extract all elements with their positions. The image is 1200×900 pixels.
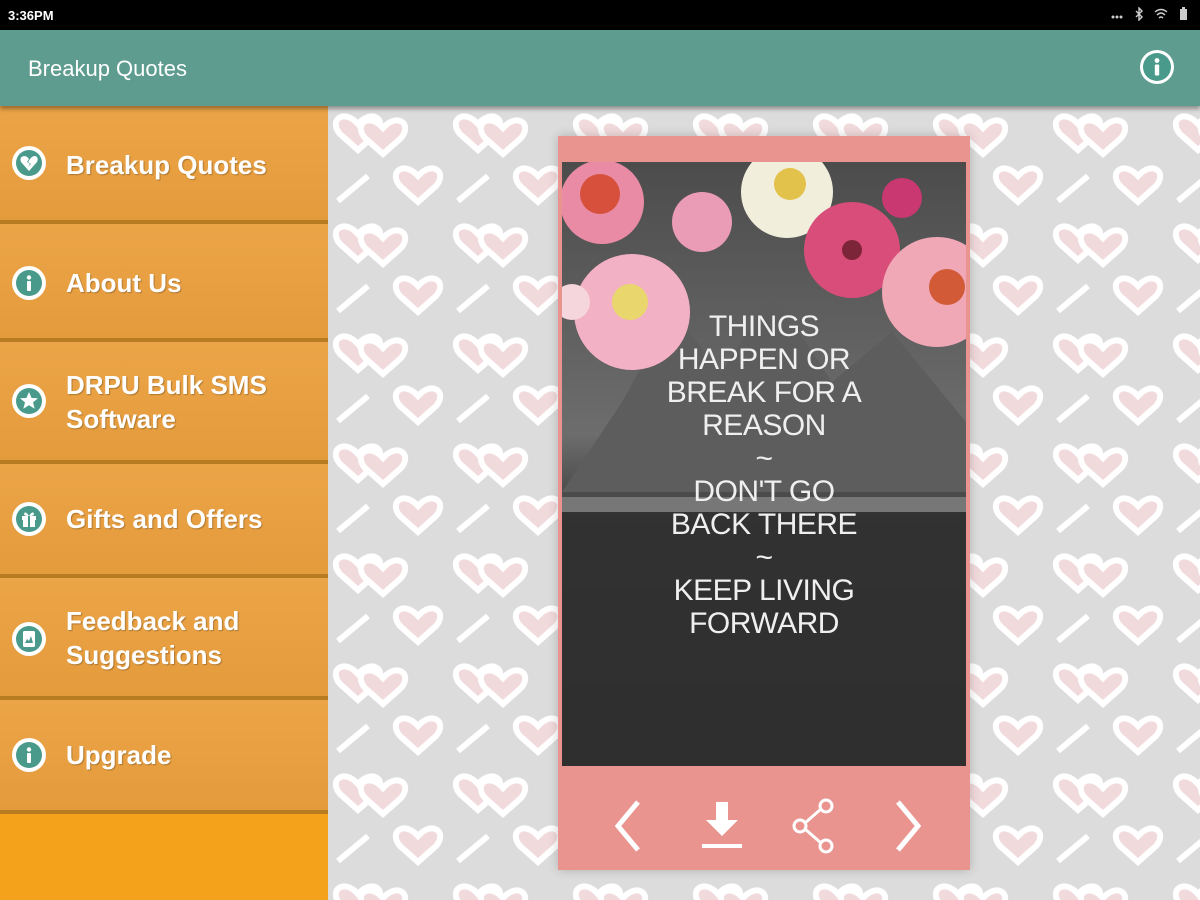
status-bar: 3:36PM <box>0 0 1200 30</box>
share-icon <box>792 798 834 854</box>
share-button[interactable] <box>784 796 844 856</box>
menu-label: Breakup Quotes <box>66 150 267 180</box>
navigation-drawer: Breakup Quotes About Us DRPU Bulk SMS So… <box>0 106 328 900</box>
menu-item-drpu-bulk-sms[interactable]: DRPU Bulk SMS Software <box>0 342 328 464</box>
signal-dots-icon <box>1110 7 1124 21</box>
bluetooth-icon <box>1132 6 1146 22</box>
quote-line: KEEP LIVING <box>673 574 855 607</box>
quote-line: ~ <box>755 541 773 574</box>
broken-heart-icon <box>12 146 46 180</box>
quote-line: BACK THERE <box>670 508 858 541</box>
info-icon <box>1143 53 1171 81</box>
menu-label: DRPU Bulk SMS Software <box>66 370 267 434</box>
star-icon <box>12 384 46 418</box>
status-icons <box>1110 6 1190 22</box>
status-time: 3:36PM <box>8 8 54 23</box>
quote-line: DON'T GO <box>693 475 835 508</box>
app-title: Breakup Quotes <box>28 56 187 81</box>
download-button[interactable] <box>692 796 752 856</box>
quote-line: REASON <box>702 409 826 442</box>
menu-label: About Us <box>66 268 182 298</box>
quote-text: THINGS HAPPEN OR BREAK FOR A REASON ~ DON'T G… <box>562 310 966 640</box>
info-button[interactable] <box>1140 50 1174 84</box>
info-icon <box>12 738 46 772</box>
menu-label: Gifts and Offers <box>66 504 263 534</box>
quote-controls <box>558 786 970 870</box>
download-icon <box>702 802 742 848</box>
quote-line: ~ <box>755 442 773 475</box>
menu-item-feedback-and-suggestions[interactable]: Feedback and Suggestions <box>0 578 328 700</box>
quote-card: THINGS HAPPEN OR BREAK FOR A REASON ~ DON'T G… <box>558 136 970 870</box>
quote-line: BREAK FOR A <box>666 376 862 409</box>
menu-item-upgrade[interactable]: Upgrade <box>0 700 328 814</box>
gift-icon <box>12 502 46 536</box>
menu-label: Feedback and Suggestions <box>66 606 240 670</box>
menu-item-about-us[interactable]: About Us <box>0 224 328 342</box>
menu-item-gifts-and-offers[interactable]: Gifts and Offers <box>0 464 328 578</box>
content-area: THINGS HAPPEN OR BREAK FOR A REASON ~ DON'T G… <box>328 106 1200 900</box>
quote-image[interactable]: THINGS HAPPEN OR BREAK FOR A REASON ~ DON'T G… <box>562 162 966 766</box>
quote-line: HAPPEN OR <box>677 343 851 376</box>
feedback-icon <box>12 622 46 656</box>
next-button[interactable] <box>876 796 936 856</box>
menu-label: Upgrade <box>66 740 172 770</box>
next-icon <box>896 800 922 852</box>
quote-line: FORWARD <box>689 607 839 640</box>
menu-item-breakup-quotes[interactable]: Breakup Quotes <box>0 106 328 224</box>
battery-icon <box>1176 7 1190 21</box>
quote-line: THINGS <box>708 310 820 343</box>
previous-button[interactable] <box>600 796 660 856</box>
wifi-icon <box>1154 7 1168 21</box>
app-bar: Breakup Quotes <box>0 30 1200 106</box>
info-icon <box>12 266 46 300</box>
previous-icon <box>614 800 640 852</box>
